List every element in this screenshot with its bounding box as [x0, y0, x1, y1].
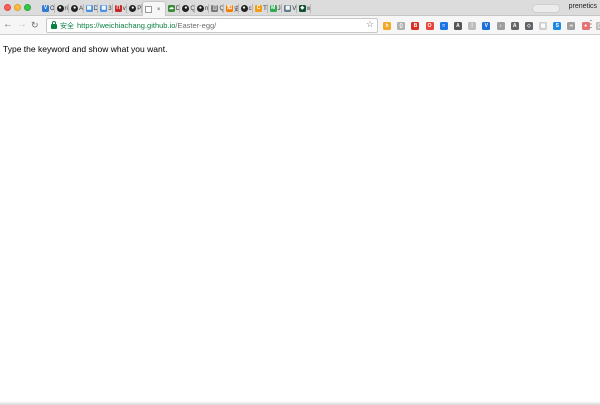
cloud-icon: ☁: [167, 5, 175, 12]
back-button[interactable]: ←: [3, 19, 13, 31]
honey-icon[interactable]: h: [383, 21, 391, 30]
tab-list: VOr●rib●An▦Da▦3DΠvu●Pr × ☁De●Qi●ns[]Qu知史●c…: [40, 1, 312, 17]
browser-tab[interactable]: ●rib: [55, 1, 69, 16]
url-host: https://weichiachang.github.io: [77, 21, 176, 30]
adblock-icon[interactable]: A: [453, 21, 462, 30]
browser-tab[interactable]: ▦3D: [98, 1, 113, 16]
profile-chip[interactable]: [532, 4, 560, 13]
github-icon: ●: [71, 5, 79, 12]
orange-box-icon: 知: [226, 5, 234, 12]
browser-tab[interactable]: ●Qi: [180, 1, 195, 16]
tab-label: we: [306, 5, 312, 12]
green-dark-icon: ◆: [298, 5, 306, 12]
close-window-button[interactable]: [4, 4, 11, 11]
tab-strip: VOr●rib●An▦Da▦3DΠvu●Pr × ☁De●Qi●ns[]Qu知史●c…: [0, 0, 600, 17]
zoom-window-button[interactable]: [24, 4, 31, 11]
browser-tab[interactable]: ●ch: [239, 1, 253, 16]
document-icon: [144, 6, 152, 13]
bookmark-star-icon[interactable]: ☆: [366, 19, 374, 30]
grid-icon[interactable]: ▦: [539, 21, 548, 30]
page-content: Type the keyword and show what you want.: [0, 36, 600, 405]
site-icon: ▦: [284, 5, 292, 12]
puzzle-icon[interactable]: ▢: [595, 21, 600, 30]
browser-tab[interactable]: ▦Vic: [282, 1, 297, 16]
bracket-ext-icon[interactable]: (): [397, 21, 406, 30]
orange-c-icon: C: [255, 5, 263, 12]
github-icon: ●: [182, 5, 190, 12]
lock-icon: [51, 20, 57, 30]
github-icon: ●: [240, 5, 248, 12]
secure-label: 安全: [60, 22, 74, 30]
mic-icon[interactable]: ♪: [496, 21, 505, 30]
page-instruction-text: Type the keyword and show what you want.: [3, 44, 168, 54]
a-circle-icon[interactable]: A: [510, 21, 519, 30]
browser-tab[interactable]: C Ti: [253, 1, 268, 16]
browser-tab[interactable]: ●Pr: [127, 1, 142, 16]
forward-button[interactable]: →: [17, 19, 27, 31]
shield-icon[interactable]: ◇: [524, 21, 533, 30]
browser-tab[interactable]: ▦Da: [84, 1, 98, 16]
browser-toolbar: ← → ↻ 安全 https://weichiachang.github.io …: [0, 16, 600, 35]
site-icon: ▦: [85, 5, 93, 12]
minimize-window-button[interactable]: [14, 4, 21, 11]
reload-button[interactable]: ↻: [31, 19, 39, 31]
s-icon[interactable]: S: [553, 21, 562, 30]
browser-tab[interactable]: ◆we: [297, 1, 312, 16]
github-icon: ●: [129, 5, 137, 12]
browser-tab[interactable]: Πvu: [113, 1, 127, 16]
bracket-icon: []: [211, 5, 219, 12]
tab-close-icon[interactable]: ×: [157, 7, 161, 13]
browser-tab[interactable]: 知史: [224, 1, 239, 16]
vue-icon[interactable]: V: [482, 21, 491, 30]
wifi-icon[interactable]: ≈: [439, 21, 448, 30]
red-ext-icon[interactable]: B: [411, 21, 420, 30]
address-bar[interactable]: 安全 https://weichiachang.github.io /Easte…: [46, 18, 378, 33]
link-icon[interactable]: ∞: [567, 21, 576, 30]
v-brand-icon: V: [42, 5, 49, 12]
url-path: /Easter-egg/: [175, 21, 217, 30]
map-icon: M: [269, 5, 277, 12]
red-box-icon: Π: [114, 5, 122, 12]
browser-tab[interactable]: ×: [141, 1, 166, 17]
extension-bar: h() B O ≈ A! V ♪ A ◇ ▦ S ∞ ● ▢: [383, 20, 600, 31]
browser-tab[interactable]: ☁De: [166, 1, 180, 16]
browser-tab[interactable]: VOr: [40, 1, 55, 16]
github-icon: ●: [196, 5, 204, 12]
browser-tab[interactable]: ●ns: [195, 1, 209, 16]
browser-tab[interactable]: MJo: [268, 1, 282, 16]
lamp-icon[interactable]: !: [468, 21, 477, 30]
browser-tab[interactable]: []Qu: [209, 1, 224, 16]
browser-menu-icon[interactable]: ⋮: [586, 19, 596, 31]
browser-tab[interactable]: ●An: [69, 1, 84, 16]
opera-icon[interactable]: O: [425, 21, 434, 30]
site-icon: ▦: [100, 5, 108, 12]
github-icon: ●: [56, 5, 64, 12]
profile-name[interactable]: prenetics: [569, 3, 597, 10]
